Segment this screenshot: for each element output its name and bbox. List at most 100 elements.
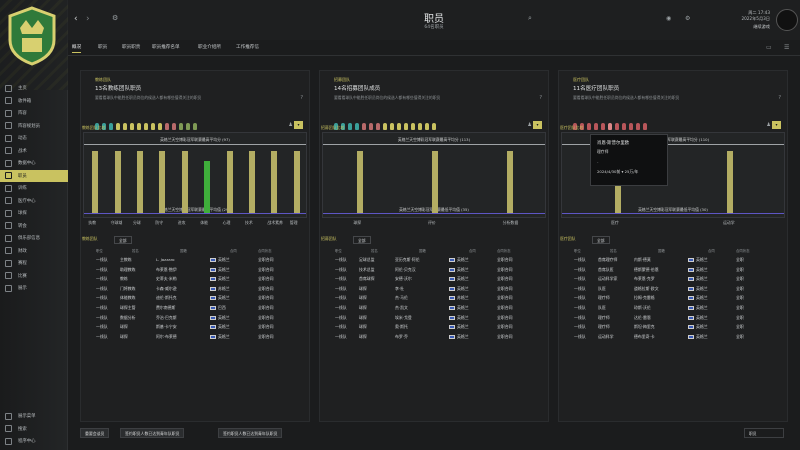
- table-row[interactable]: 一线队 理疗师 斯坦·梅里克 英格兰 全职: [560, 323, 786, 333]
- chevron-down-icon[interactable]: ▾: [533, 121, 542, 129]
- table-row[interactable]: 一线队 球探 杰·凯文 英格兰 全职合同: [321, 304, 547, 314]
- sidebar-item-7[interactable]: 职员: [0, 169, 68, 182]
- chart-bar[interactable]: [249, 151, 255, 213]
- sidebar-item-11[interactable]: 转会: [0, 220, 68, 233]
- sidebar-item-2[interactable]: 阵容: [0, 107, 68, 120]
- column-header[interactable]: 姓名: [610, 248, 617, 253]
- tab-1[interactable]: 职员: [98, 44, 107, 50]
- table-row[interactable]: 一线队 球探 杰·马伦 苏格兰 全职合同: [321, 294, 547, 304]
- chat-icon[interactable]: ▭: [766, 44, 772, 51]
- chart-bar[interactable]: [137, 151, 143, 213]
- row-name[interactable]: 史蒂夫·米勒: [156, 276, 177, 282]
- row-name[interactable]: 李·杜: [395, 286, 404, 292]
- filter-dropdown[interactable]: 全部: [353, 236, 371, 244]
- column-header[interactable]: 国籍: [419, 248, 426, 253]
- table-row[interactable]: 一线队 首席球探 安德·沃尔 英格兰 全职合同: [321, 275, 547, 285]
- tab-3[interactable]: 职员推荐名单: [152, 44, 180, 50]
- table-row[interactable]: 一线队 队医 琼斯·沃伦 英格兰 全职: [560, 304, 786, 314]
- table-row[interactable]: 一线队 门将教练 卡森·威尔逊 苏格兰 全职合同: [82, 285, 308, 295]
- column-header[interactable]: 国籍: [658, 248, 665, 253]
- sidebar-item-13[interactable]: 财政: [0, 245, 68, 258]
- search-icon[interactable]: ⌕: [528, 14, 532, 23]
- table-row[interactable]: 一线队 主教练 L. Jazzaro 英格兰 全职合同: [82, 256, 308, 266]
- row-name[interactable]: 道格拉斯·欧文: [634, 286, 659, 292]
- chart-bar[interactable]: [159, 151, 166, 213]
- filter-dropdown[interactable]: 全部: [592, 236, 610, 244]
- row-name[interactable]: 德布里奇·卡: [634, 334, 655, 340]
- table-row[interactable]: 一线队 运动科学家 布莱恩·克罗 英格兰 全职: [560, 275, 786, 285]
- table-row[interactable]: 一线队 运动科学 德布里奇·卡 英格兰 全职: [560, 333, 786, 343]
- table-row[interactable]: 一线队 球探主管 费尔南德斯 巴西 全职合同: [82, 304, 308, 314]
- sidebar-bottom-item-2[interactable]: 程序中心: [0, 435, 68, 448]
- column-header[interactable]: 合同状态: [258, 248, 272, 253]
- sidebar-bottom-item-1[interactable]: 搜索: [0, 423, 68, 436]
- chevron-down-icon[interactable]: ▾: [294, 121, 303, 129]
- row-name[interactable]: 安德·沃尔: [395, 276, 412, 282]
- chart-bar[interactable]: [271, 151, 278, 213]
- row-name[interactable]: 布罗·乔: [395, 334, 408, 340]
- sidebar-item-8[interactable]: 训练: [0, 182, 68, 195]
- chart-bar[interactable]: [204, 160, 211, 213]
- table-row[interactable]: 一线队 理疗师 拉姆·克雷格 英格兰 全职: [560, 294, 786, 304]
- table-row[interactable]: 一线队 助理教练 布莱恩·鲍伊 英格兰 全职合同: [82, 266, 308, 276]
- table-row[interactable]: 一线队 队医 道格拉斯·欧文 英格兰 全职: [560, 285, 786, 295]
- tab-4[interactable]: 职业介绍所: [198, 44, 221, 50]
- row-name[interactable]: 费尔南德斯: [156, 305, 175, 311]
- table-row[interactable]: 一线队 球探 埃米·戈登 英格兰 全职合同: [321, 314, 547, 324]
- table-row[interactable]: 一线队 体能教练 迪伦·斯托克 英格兰 全职合同: [82, 294, 308, 304]
- sidebar-item-4[interactable]: 动态: [0, 132, 68, 145]
- sidebar-item-1[interactable]: 收件箱: [0, 95, 68, 108]
- chart-bar[interactable]: [114, 151, 121, 213]
- chart-bar[interactable]: [727, 151, 733, 213]
- chevron-down-icon[interactable]: ▾: [772, 121, 781, 129]
- help-icon[interactable]: ?: [300, 95, 303, 101]
- footer-button-1[interactable]: 重要会谈员: [80, 428, 110, 438]
- table-row[interactable]: 一线队 首席理疗师 内斯·德莫 英格兰 全职: [560, 256, 786, 266]
- row-name[interactable]: 德斯蒙德·伯恩: [634, 267, 659, 273]
- column-header[interactable]: 职位: [96, 248, 103, 253]
- row-name[interactable]: 奥·斯托: [395, 324, 408, 330]
- sidebar-item-16[interactable]: 展示: [0, 282, 68, 295]
- row-name[interactable]: 杰·马伦: [395, 295, 408, 301]
- column-header[interactable]: 合同状态: [497, 248, 511, 253]
- sidebar-item-12[interactable]: 俱乐部信息: [0, 232, 68, 245]
- sidebar-item-3[interactable]: 阵容规划员: [0, 120, 68, 133]
- tab-0[interactable]: 概况: [72, 44, 82, 53]
- table-row[interactable]: 一线队 首席队医 德斯蒙德·伯恩 英格兰 全职: [560, 266, 786, 276]
- table-row[interactable]: 一线队 球探 阿尔·布莱德 英格兰 全职合同: [82, 333, 308, 343]
- club-crest[interactable]: [6, 6, 58, 66]
- row-name[interactable]: 琼斯·沃伦: [634, 305, 651, 311]
- table-row[interactable]: 一线队 足球总监 亚历克斯·阿伦 英格兰 全职合同: [321, 256, 547, 266]
- footer-button-3[interactable]: 签约职员人数已达到青年队职员: [218, 428, 283, 438]
- column-header[interactable]: 合同: [469, 248, 476, 253]
- filter-dropdown[interactable]: 全部: [114, 236, 132, 244]
- row-name[interactable]: 阿伦·贝克汉: [395, 267, 416, 273]
- tab-5[interactable]: 工作推荐信: [236, 44, 259, 50]
- row-name[interactable]: 布莱恩·克罗: [634, 276, 655, 282]
- chart-bar[interactable]: [506, 151, 513, 213]
- table-row[interactable]: 一线队 数据分析 乔治·巴克斯 英格兰 全职合同: [82, 314, 308, 324]
- table-row[interactable]: 一线队 技术总监 阿伦·贝克汉 英格兰 全职合同: [321, 266, 547, 276]
- chart-bar[interactable]: [357, 151, 364, 213]
- table-row[interactable]: 一线队 教练 史蒂夫·米勒 英格兰 全职合同: [82, 275, 308, 285]
- table-row[interactable]: 一线队 球探 斯基·卡宁安 英格兰 全职合同: [82, 323, 308, 333]
- settings-icon[interactable]: ⚙: [685, 15, 690, 22]
- row-name[interactable]: 卡森·威尔逊: [156, 286, 177, 292]
- column-header[interactable]: 合同: [708, 248, 715, 253]
- row-name[interactable]: 埃米·戈登: [395, 315, 412, 321]
- help-icon[interactable]: ?: [539, 95, 542, 101]
- back-arrow-icon[interactable]: ‹: [74, 14, 78, 24]
- row-name[interactable]: 斯坦·梅里克: [634, 324, 655, 330]
- row-name[interactable]: L. Jazzaro: [156, 257, 175, 262]
- column-header[interactable]: 姓名: [371, 248, 378, 253]
- column-header[interactable]: 姓名: [132, 248, 139, 253]
- table-row[interactable]: 一线队 球探 李·杜 英格兰 全职合同: [321, 285, 547, 295]
- table-row[interactable]: 一线队 球探 布罗·乔 英格兰 全职合同: [321, 333, 547, 343]
- row-name[interactable]: 乔治·巴克斯: [156, 315, 177, 321]
- column-header[interactable]: 职位: [574, 248, 581, 253]
- notification-icon[interactable]: ◉: [666, 15, 671, 22]
- row-name[interactable]: 拉姆·克雷格: [634, 295, 655, 301]
- row-name[interactable]: 内斯·德莫: [634, 257, 651, 263]
- sidebar-item-15[interactable]: 比赛: [0, 270, 68, 283]
- sidebar-item-5[interactable]: 战术: [0, 145, 68, 158]
